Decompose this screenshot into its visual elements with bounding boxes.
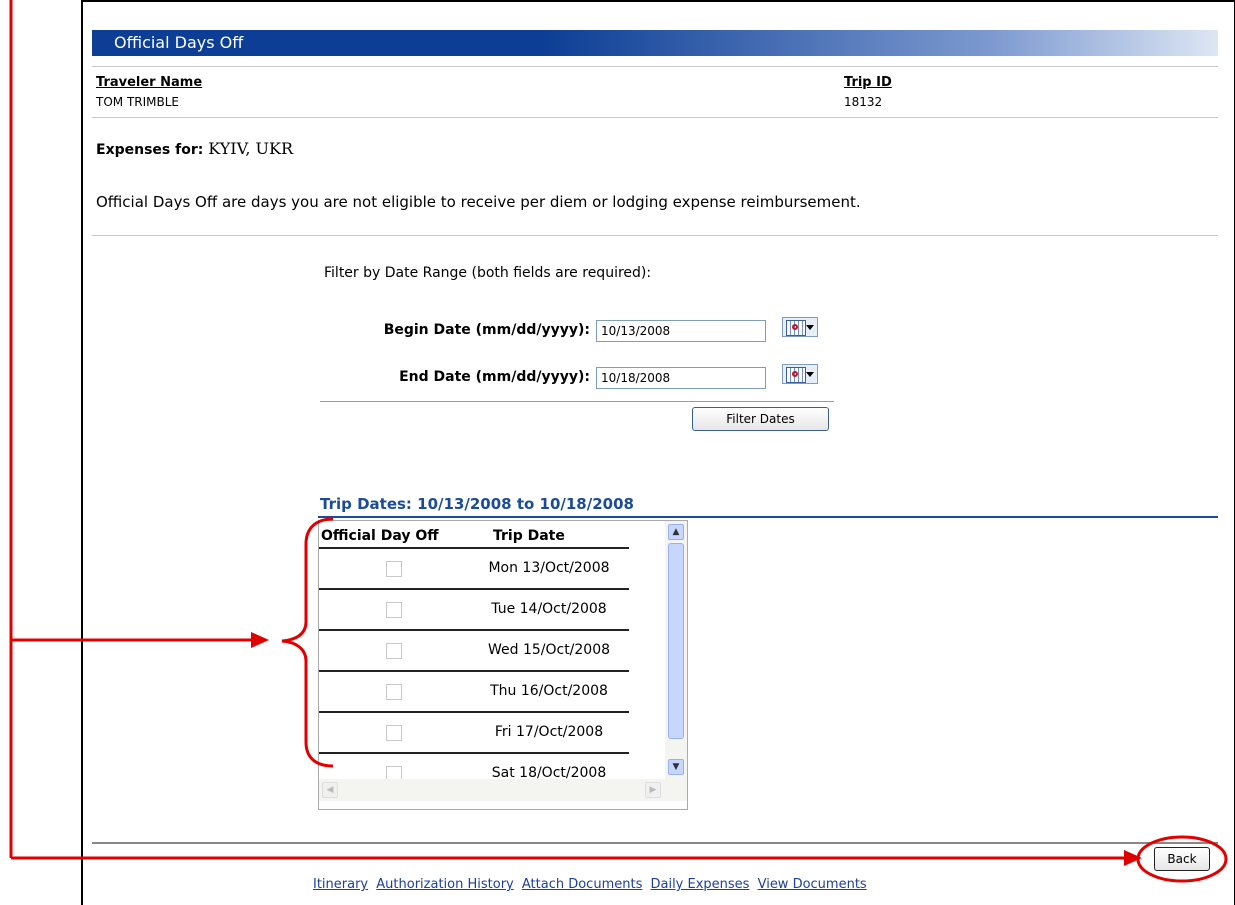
annotation-circle: [1136, 835, 1228, 883]
annotation-brace: [281, 517, 334, 768]
annotation-arrowhead: [251, 632, 269, 648]
annotation-overlay: [9, 0, 1228, 883]
